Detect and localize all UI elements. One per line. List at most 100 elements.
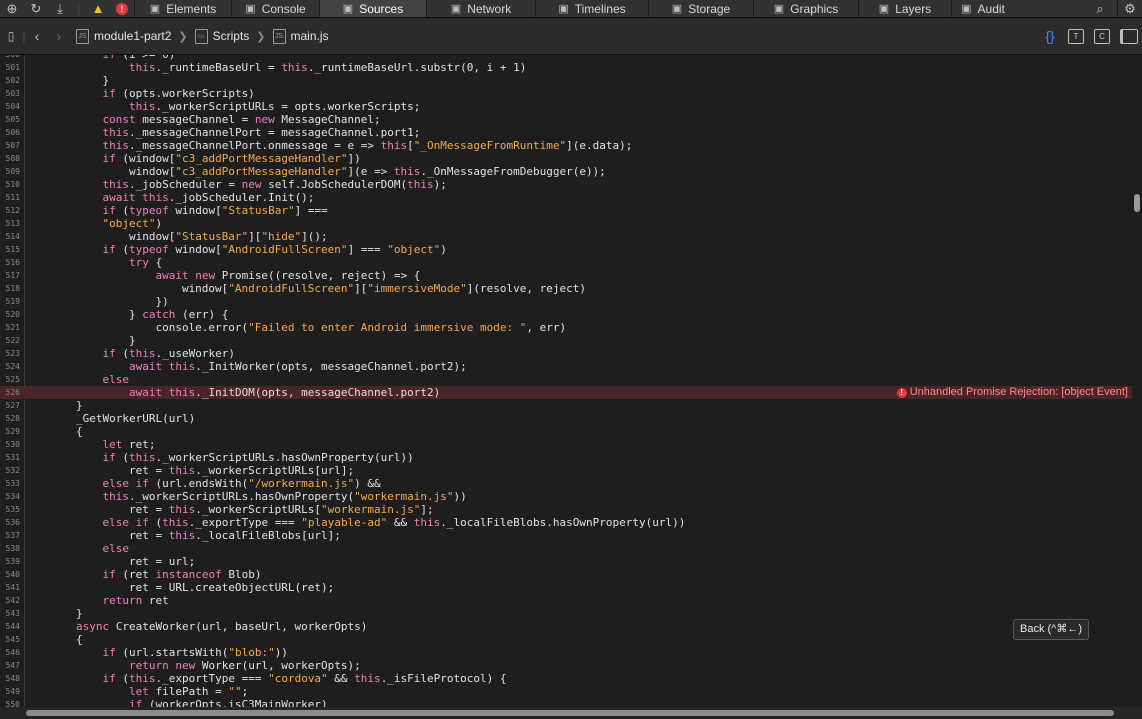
- code-line[interactable]: 547 return new Worker(url, workerOpts);: [0, 659, 1132, 672]
- code-line[interactable]: 540 if (ret instanceof Blob): [0, 568, 1132, 581]
- code-line[interactable]: 531 if (this._workerScriptURLs.hasOwnPro…: [0, 451, 1132, 464]
- code-line[interactable]: 521 console.error("Failed to enter Andro…: [0, 321, 1132, 334]
- code-line[interactable]: 538 else: [0, 542, 1132, 555]
- code-line[interactable]: 536 else if (this._exportType === "playa…: [0, 516, 1132, 529]
- code-line[interactable]: 537 ret = this._localFileBlobs[url];: [0, 529, 1132, 542]
- line-number[interactable]: 532: [0, 464, 20, 477]
- code-line[interactable]: 522 }: [0, 334, 1132, 347]
- code-line[interactable]: 524 await this._InitWorker(opts, message…: [0, 360, 1132, 373]
- code-line[interactable]: 527 }: [0, 399, 1132, 412]
- tab-graphics[interactable]: ▣ Graphics: [753, 0, 858, 17]
- type-profiler-icon[interactable]: T: [1068, 28, 1084, 44]
- line-number[interactable]: 547: [0, 659, 20, 672]
- code-line[interactable]: 520 } catch (err) {: [0, 308, 1132, 321]
- code-line[interactable]: 516 try {: [0, 256, 1132, 269]
- code-line[interactable]: 543 }: [0, 607, 1132, 620]
- line-number[interactable]: 525: [0, 373, 20, 386]
- code-line[interactable]: 501 this._runtimeBaseUrl = this._runtime…: [0, 61, 1132, 74]
- tab-layers[interactable]: ▣ Layers: [858, 0, 951, 17]
- line-number[interactable]: 514: [0, 230, 20, 243]
- line-number[interactable]: 533: [0, 477, 20, 490]
- code-line[interactable]: 513 "object"): [0, 217, 1132, 230]
- line-number[interactable]: 511: [0, 191, 20, 204]
- reload-icon[interactable]: ↻: [24, 0, 48, 17]
- line-number[interactable]: 507: [0, 139, 20, 152]
- code-line[interactable]: 502 }: [0, 74, 1132, 87]
- tab-sources[interactable]: ▣ Sources: [319, 0, 426, 17]
- tab-console[interactable]: ▣ Console: [231, 0, 319, 17]
- toggle-navigator-icon[interactable]: ▯: [0, 29, 22, 43]
- code-line[interactable]: 512 if (typeof window["StatusBar"] ===: [0, 204, 1132, 217]
- code-line[interactable]: 549 let filePath = "";: [0, 685, 1132, 698]
- code-editor[interactable]: 500 if (i >= 0)501 this._runtimeBaseUrl …: [0, 55, 1132, 707]
- line-number[interactable]: 503: [0, 87, 20, 100]
- line-number[interactable]: 536: [0, 516, 20, 529]
- line-number[interactable]: 515: [0, 243, 20, 256]
- code-line[interactable]: 528 _GetWorkerURL(url): [0, 412, 1132, 425]
- code-line[interactable]: 504 this._workerScriptURLs = opts.worker…: [0, 100, 1132, 113]
- line-number[interactable]: 535: [0, 503, 20, 516]
- line-number[interactable]: 537: [0, 529, 20, 542]
- code-line[interactable]: 515 if (typeof window["AndroidFullScreen…: [0, 243, 1132, 256]
- code-line[interactable]: 505 const messageChannel = new MessageCh…: [0, 113, 1132, 126]
- line-number[interactable]: 516: [0, 256, 20, 269]
- line-number[interactable]: 522: [0, 334, 20, 347]
- line-number[interactable]: 529: [0, 425, 20, 438]
- code-line[interactable]: 517 await new Promise((resolve, reject) …: [0, 269, 1132, 282]
- code-line[interactable]: 507 this._messageChannelPort.onmessage =…: [0, 139, 1132, 152]
- tab-timelines[interactable]: ▣ Timelines: [535, 0, 648, 17]
- line-number[interactable]: 512: [0, 204, 20, 217]
- element-picker-icon[interactable]: ⊕: [0, 0, 24, 17]
- code-line[interactable]: 506 this._messageChannelPort = messageCh…: [0, 126, 1132, 139]
- code-line[interactable]: 518 window["AndroidFullScreen"]["immersi…: [0, 282, 1132, 295]
- line-number[interactable]: 534: [0, 490, 20, 503]
- line-number[interactable]: 526: [0, 386, 20, 399]
- search-icon[interactable]: ⌕: [1088, 0, 1112, 17]
- line-number[interactable]: 546: [0, 646, 20, 659]
- breadcrumb-item-file[interactable]: JS main.js: [272, 28, 329, 44]
- line-number[interactable]: 545: [0, 633, 20, 646]
- code-line[interactable]: 511 await this._jobScheduler.Init();: [0, 191, 1132, 204]
- code-line[interactable]: 535 ret = this._workerScriptURLs["worker…: [0, 503, 1132, 516]
- line-number[interactable]: 509: [0, 165, 20, 178]
- line-number[interactable]: 523: [0, 347, 20, 360]
- code-line[interactable]: 509 window["c3_addPortMessageHandler"](e…: [0, 165, 1132, 178]
- code-line[interactable]: 523 if (this._useWorker): [0, 347, 1132, 360]
- code-line[interactable]: 533 else if (url.endsWith("/workermain.j…: [0, 477, 1132, 490]
- code-line[interactable]: 519 }): [0, 295, 1132, 308]
- warning-icon[interactable]: ▲: [86, 0, 110, 17]
- error-count-icon[interactable]: !: [110, 0, 134, 17]
- line-number[interactable]: 539: [0, 555, 20, 568]
- code-line[interactable]: 541 ret = URL.createObjectURL(ret);: [0, 581, 1132, 594]
- line-number[interactable]: 518: [0, 282, 20, 295]
- back-arrow-icon[interactable]: ‹: [26, 28, 48, 44]
- code-line[interactable]: 542 return ret: [0, 594, 1132, 607]
- line-number[interactable]: 505: [0, 113, 20, 126]
- code-line[interactable]: 546 if (url.startsWith("blob:")): [0, 646, 1132, 659]
- code-line[interactable]: 525 else: [0, 373, 1132, 386]
- line-number[interactable]: 527: [0, 399, 20, 412]
- line-number[interactable]: 524: [0, 360, 20, 373]
- tab-audit[interactable]: ▣ Audit: [951, 0, 1014, 17]
- line-number[interactable]: 544: [0, 620, 20, 633]
- line-number[interactable]: 510: [0, 178, 20, 191]
- line-number[interactable]: 502: [0, 74, 20, 87]
- code-coverage-icon[interactable]: C: [1094, 28, 1110, 44]
- line-number[interactable]: 504: [0, 100, 20, 113]
- code-line[interactable]: 532 ret = this._workerScriptURLs[url];: [0, 464, 1132, 477]
- code-line[interactable]: 545 {: [0, 633, 1132, 646]
- breadcrumb-item-origin[interactable]: JS module1-part2: [76, 28, 171, 44]
- line-number[interactable]: 541: [0, 581, 20, 594]
- code-line[interactable]: 510 this._jobScheduler = new self.JobSch…: [0, 178, 1132, 191]
- tab-elements[interactable]: ▣ Elements: [134, 0, 231, 17]
- line-number[interactable]: 540: [0, 568, 20, 581]
- line-number[interactable]: 543: [0, 607, 20, 620]
- pretty-print-icon[interactable]: {}: [1042, 28, 1058, 44]
- line-number[interactable]: 520: [0, 308, 20, 321]
- toggle-details-sidebar-icon[interactable]: [1120, 28, 1138, 44]
- vertical-scrollbar[interactable]: [1134, 194, 1140, 212]
- code-line[interactable]: 550 if (workerOpts.isC3MainWorker): [0, 698, 1132, 707]
- line-number[interactable]: 550: [0, 698, 20, 707]
- line-number[interactable]: 506: [0, 126, 20, 139]
- tab-network[interactable]: ▣ Network: [426, 0, 535, 17]
